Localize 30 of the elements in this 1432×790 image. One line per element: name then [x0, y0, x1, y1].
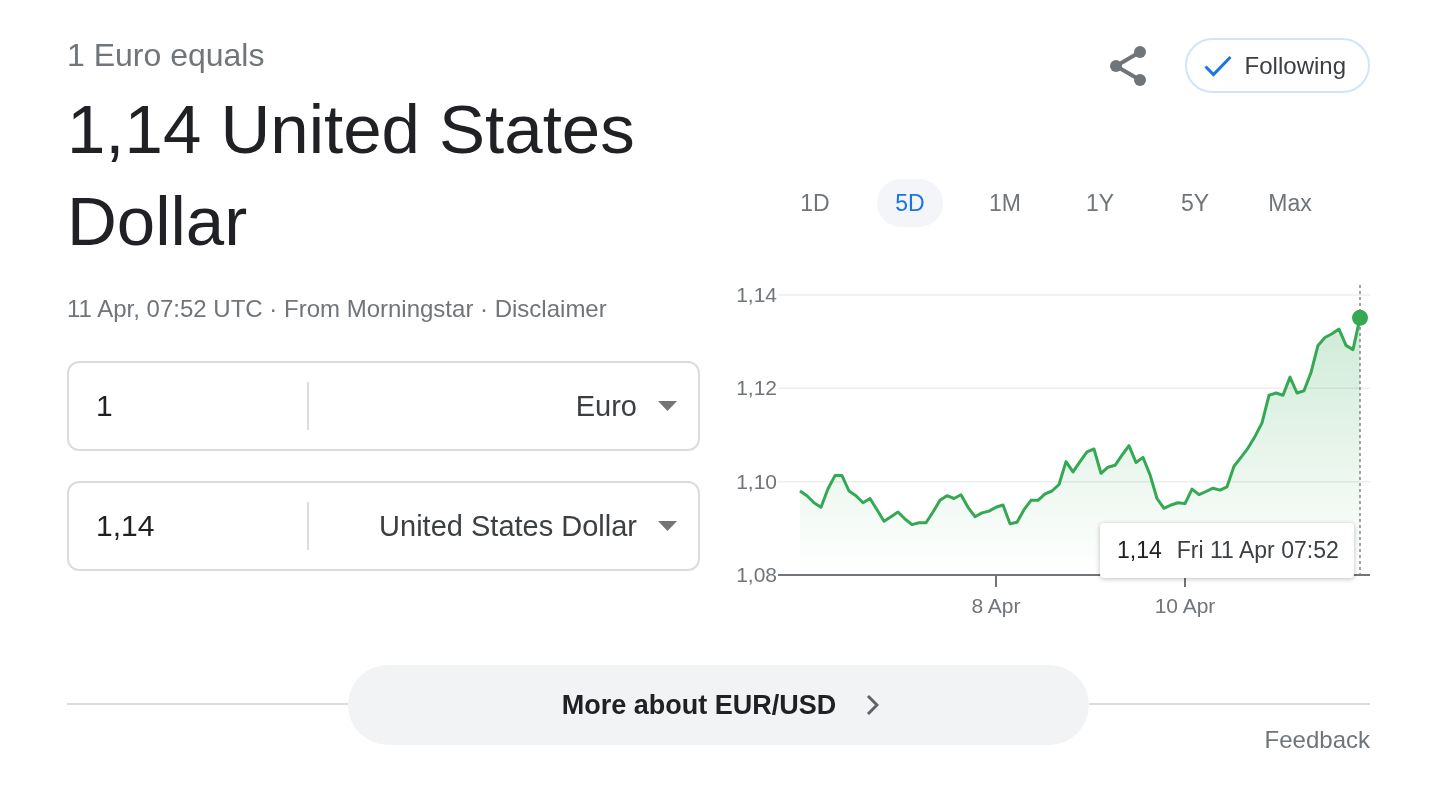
- y-axis-label: 1,12: [736, 376, 777, 400]
- source-line: 11 Apr, 07:52 UTC · From Morningstar · Disclaimer: [67, 295, 607, 323]
- tooltip-time: Fri 11 Apr 07:52: [1176, 537, 1339, 564]
- range-tab[interactable]: 5D: [877, 179, 943, 227]
- share-icon[interactable]: [1108, 45, 1147, 86]
- feedback-link[interactable]: Feedback: [1264, 727, 1370, 753]
- more-about-button[interactable]: More about EUR/USD: [348, 665, 1089, 745]
- range-tab[interactable]: 1M: [972, 179, 1038, 227]
- follow-button[interactable]: Following: [1184, 38, 1370, 93]
- x-axis-label: 10 Apr: [1154, 594, 1216, 617]
- last-point-marker: [1352, 309, 1368, 326]
- chevron-icon: [866, 694, 880, 716]
- caret-icon: [658, 521, 677, 531]
- currency-dropdown[interactable]: United States Dollar: [309, 483, 698, 569]
- conversion-caption: 1 Euro equals: [67, 37, 265, 73]
- check-icon: [1203, 54, 1232, 77]
- range-tab[interactable]: 5Y: [1162, 179, 1228, 227]
- amount-input[interactable]: 1: [69, 384, 307, 428]
- y-axis-label: 1,14: [736, 283, 777, 306]
- currency-dropdown[interactable]: Euro: [309, 363, 698, 449]
- amount-input[interactable]: 1,14: [69, 504, 307, 548]
- conversion-result: 1,14 United States Dollar: [67, 90, 636, 262]
- range-tab[interactable]: 1Y: [1067, 179, 1133, 227]
- y-axis-label: 1,10: [736, 469, 777, 493]
- tooltip-value: 1,14: [1117, 537, 1162, 564]
- range-tab[interactable]: Max: [1257, 179, 1323, 227]
- y-axis-label: 1,08: [736, 563, 777, 586]
- x-axis-label: 8 Apr: [971, 594, 1021, 617]
- range-tab[interactable]: 1D: [782, 179, 848, 227]
- caret-icon: [658, 401, 677, 411]
